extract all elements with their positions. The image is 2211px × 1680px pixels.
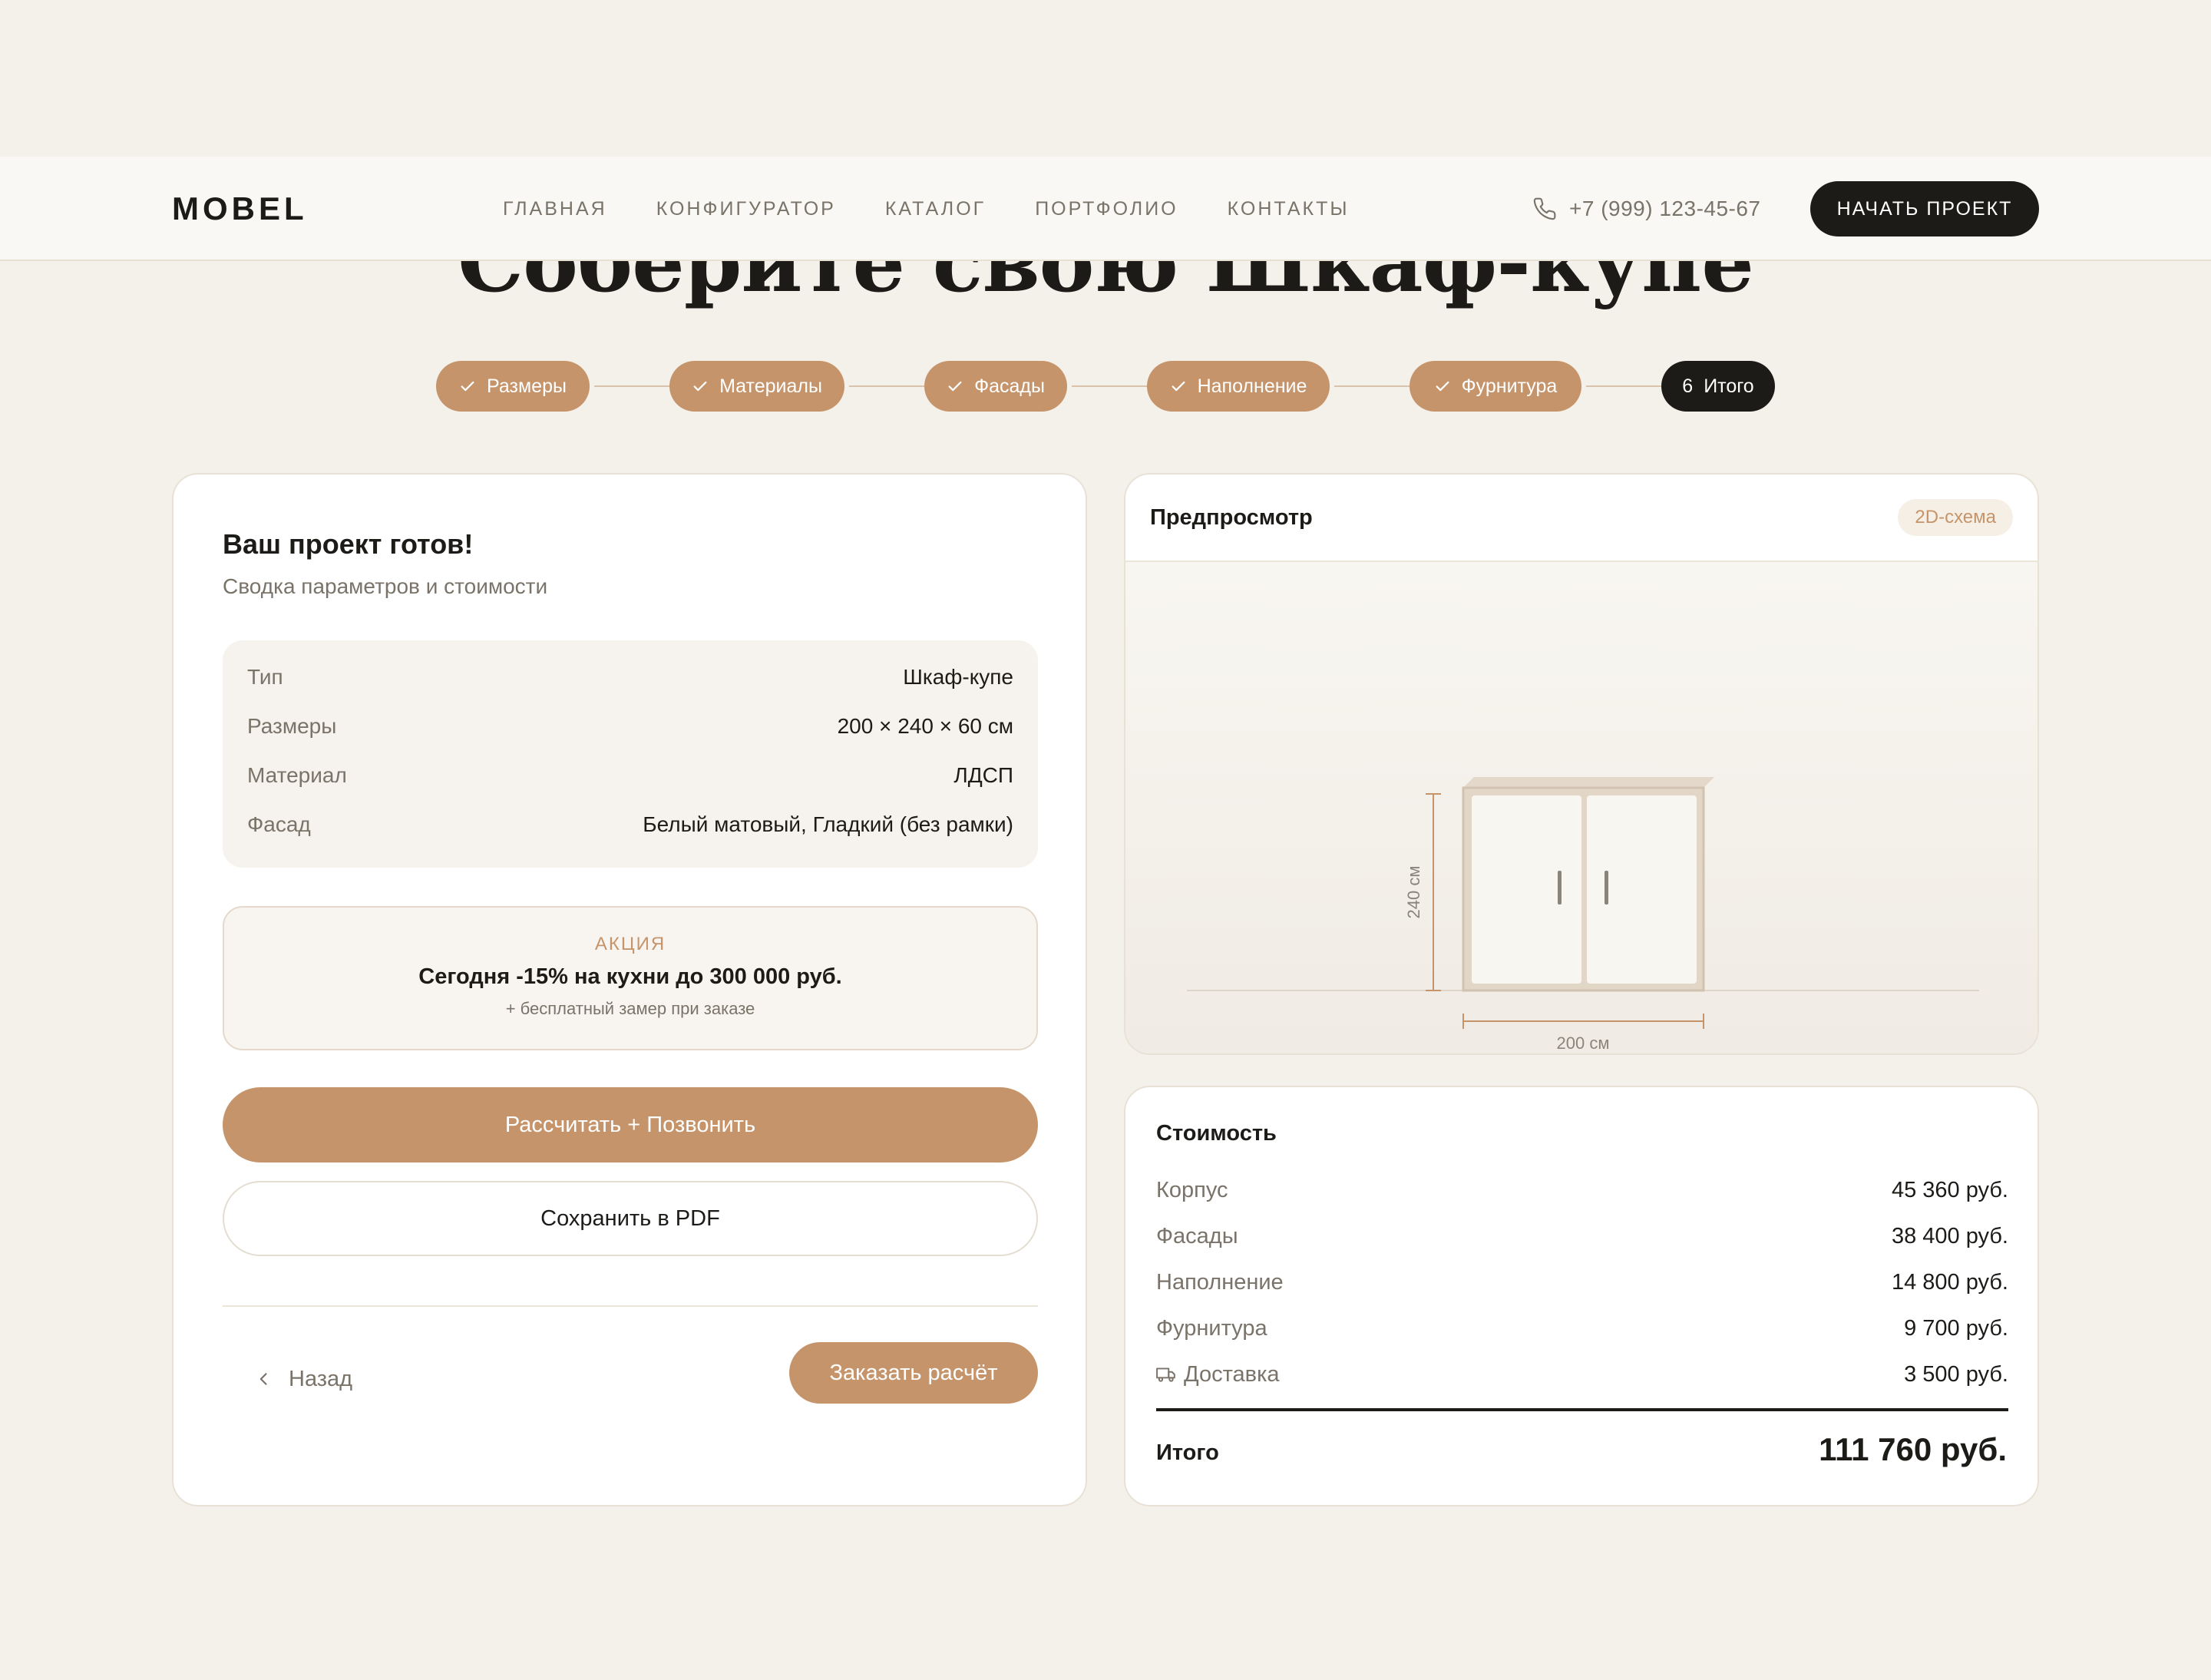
cost-title: Стоимость xyxy=(1156,1121,1277,1146)
cost-key: Фурнитура xyxy=(1156,1315,1267,1341)
total-divider xyxy=(1156,1408,2008,1411)
preview-card: Предпросмотр 2D-схема 240 см 200 см xyxy=(1124,473,2039,1055)
phone-icon xyxy=(1533,197,1556,220)
cost-row-hardware: Фурнитура 9 700 руб. xyxy=(1156,1305,2008,1351)
summary-row-sizes: Размеры 200 × 240 × 60 см xyxy=(247,714,1013,763)
nav-portfolio[interactable]: ПОРТФОЛИО xyxy=(1035,187,1178,230)
step-connector xyxy=(1072,385,1147,387)
cost-row-facades: Фасады 38 400 руб. xyxy=(1156,1213,2008,1259)
cost-key: Фасады xyxy=(1156,1223,1238,1248)
check-icon xyxy=(1172,381,1185,392)
summary-value: Шкаф-купе xyxy=(903,665,1013,689)
project-title: Ваш проект готов! xyxy=(223,528,474,560)
calculate-call-button[interactable]: Рассчитать + Позвонить xyxy=(223,1087,1038,1162)
promo-tag: АКЦИЯ xyxy=(594,934,666,954)
preview-title: Предпросмотр xyxy=(1150,505,1313,530)
step-connector xyxy=(1334,385,1410,387)
wardrobe-diagram: 240 см 200 см xyxy=(1187,777,1979,1053)
truck-icon xyxy=(1156,1367,1175,1382)
step-label: Наполнение xyxy=(1197,375,1307,397)
summary-row-facade: Фасад Белый матовый, Гладкий (без рамки) xyxy=(247,812,1013,861)
handle-right xyxy=(1605,871,1608,904)
cost-value: 45 360 руб. xyxy=(1891,1177,2008,1202)
cost-row-delivery: Доставка 3 500 руб. xyxy=(1156,1351,2008,1397)
wardrobe-preview: 240 см 200 см xyxy=(1125,562,2037,1053)
cost-key: Наполнение xyxy=(1156,1269,1284,1295)
cost-row-body: Корпус 45 360 руб. xyxy=(1156,1167,2008,1213)
cost-key-delivery: Доставка xyxy=(1156,1362,1280,1387)
phone-link[interactable]: +7 (999) 123-45-67 xyxy=(1532,187,1761,230)
check-icon xyxy=(461,381,474,392)
preview-header: Предпросмотр 2D-схема xyxy=(1125,475,2037,562)
phone-number: +7 (999) 123-45-67 xyxy=(1569,197,1761,220)
cost-key: Доставка xyxy=(1184,1361,1280,1387)
cabinet-top xyxy=(1463,777,1714,788)
step-connector xyxy=(594,385,669,387)
step-materials[interactable]: Материалы xyxy=(669,361,844,412)
step-label: Размеры xyxy=(487,375,567,397)
cost-key: Корпус xyxy=(1156,1177,1228,1202)
promo-note: + бесплатный замер при заказе xyxy=(505,999,755,1018)
params-summary: Тип Шкаф-купе Размеры 200 × 240 × 60 см … xyxy=(223,640,1038,868)
nav-home[interactable]: ГЛАВНАЯ xyxy=(503,187,607,230)
promo-title: Сегодня -15% на кухни до 300 000 руб. xyxy=(418,964,842,989)
back-label: Назад xyxy=(289,1366,353,1391)
configurator-stepper: Размеры Материалы Фасады Наполнение Фурн… xyxy=(0,361,2211,412)
step-connector xyxy=(1586,385,1661,387)
project-summary-card: Ваш проект готов! Сводка параметров и ст… xyxy=(172,473,1087,1506)
width-label: 200 см xyxy=(1557,1033,1610,1053)
total-value: 111 760 руб. xyxy=(1819,1431,2007,1467)
step-total[interactable]: 6 Итого xyxy=(1661,361,1775,412)
nav-contacts[interactable]: КОНТАКТЫ xyxy=(1228,187,1350,230)
nav-configurator[interactable]: КОНФИГУРАТОР xyxy=(656,187,836,230)
step-label: Итого xyxy=(1704,375,1754,397)
summary-value: Белый матовый, Гладкий (без рамки) xyxy=(643,812,1013,836)
cost-list: Корпус 45 360 руб. Фасады 38 400 руб. На… xyxy=(1156,1167,2008,1397)
summary-row-material: Материал ЛДСП xyxy=(247,763,1013,812)
summary-key: Тип xyxy=(247,665,283,689)
save-pdf-button[interactable]: Сохранить в PDF xyxy=(223,1181,1038,1256)
height-label: 240 см xyxy=(1404,866,1423,919)
step-label: Материалы xyxy=(719,375,822,397)
summary-value: ЛДСП xyxy=(953,763,1013,787)
logo[interactable]: MOBEL xyxy=(172,187,308,230)
start-project-button[interactable]: НАЧАТЬ ПРОЕКТ xyxy=(1810,181,2039,236)
check-icon xyxy=(693,381,707,392)
nav-catalog[interactable]: КАТАЛОГ xyxy=(885,187,986,230)
cost-value: 3 500 руб. xyxy=(1904,1361,2008,1387)
check-icon xyxy=(948,381,962,392)
back-button[interactable]: Назад xyxy=(256,1358,352,1401)
step-filling[interactable]: Наполнение xyxy=(1147,361,1330,412)
summary-key: Материал xyxy=(247,763,347,787)
main-nav: ГЛАВНАЯ КОНФИГУРАТОР КАТАЛОГ ПОРТФОЛИО К… xyxy=(503,187,1349,230)
cost-value: 14 800 руб. xyxy=(1891,1269,2008,1295)
order-calculation-button[interactable]: Заказать расчёт xyxy=(789,1342,1038,1404)
summary-value: 200 × 240 × 60 см xyxy=(837,714,1013,738)
cost-value: 9 700 руб. xyxy=(1904,1315,2008,1341)
door-right xyxy=(1587,795,1697,984)
cost-card: Стоимость Корпус 45 360 руб. Фасады 38 4… xyxy=(1124,1086,2039,1506)
site-header: MOBEL ГЛАВНАЯ КОНФИГУРАТОР КАТАЛОГ ПОРТФ… xyxy=(0,157,2211,261)
cost-value: 38 400 руб. xyxy=(1891,1223,2008,1248)
step-sizes[interactable]: Размеры xyxy=(436,361,590,412)
summary-row-type: Тип Шкаф-купе xyxy=(247,665,1013,714)
cost-row-filling: Наполнение 14 800 руб. xyxy=(1156,1259,2008,1305)
step-hardware[interactable]: Фурнитура xyxy=(1410,361,1581,412)
door-left xyxy=(1472,795,1581,984)
chevron-left-icon xyxy=(259,1373,267,1385)
project-subtitle: Сводка параметров и стоимости xyxy=(223,574,548,598)
divider xyxy=(223,1305,1038,1307)
step-connector xyxy=(849,385,924,387)
check-icon xyxy=(1436,381,1449,392)
view-mode-badge[interactable]: 2D-схема xyxy=(1898,499,2013,536)
step-facades[interactable]: Фасады xyxy=(924,361,1067,412)
total-label: Итого xyxy=(1156,1440,1219,1465)
summary-key: Размеры xyxy=(247,714,337,738)
handle-left xyxy=(1558,871,1562,904)
step-label: Фурнитура xyxy=(1461,375,1558,397)
promo-banner: АКЦИЯ Сегодня -15% на кухни до 300 000 р… xyxy=(223,906,1038,1050)
summary-key: Фасад xyxy=(247,812,311,836)
step-number: 6 xyxy=(1682,375,1694,397)
step-label: Фасады xyxy=(974,375,1045,397)
